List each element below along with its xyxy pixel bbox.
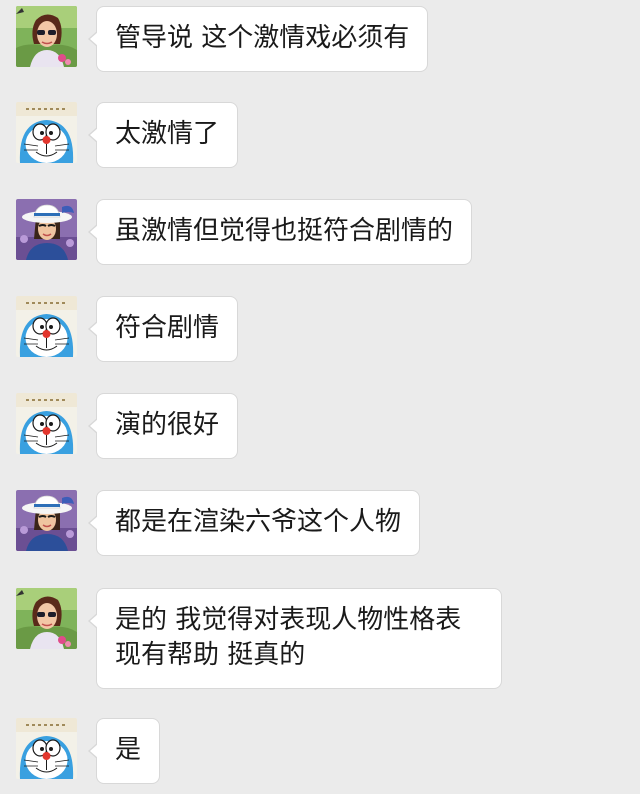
woman-sunglasses-avatar[interactable]	[16, 588, 77, 649]
woman-sunglasses-avatar-icon	[16, 588, 77, 649]
message-bubble[interactable]: 管导说 这个激情戏必须有	[87, 6, 429, 72]
woman-hat-avatar[interactable]	[16, 490, 77, 551]
doraemon-avatar-icon	[16, 296, 77, 357]
message-bubble[interactable]: 符合剧情	[87, 296, 239, 362]
message-bubble[interactable]: 都是在渲染六爷这个人物	[87, 490, 421, 556]
doraemon-avatar[interactable]	[16, 296, 77, 357]
doraemon-avatar-icon	[16, 393, 77, 454]
woman-hat-avatar-icon	[16, 199, 77, 260]
doraemon-avatar-icon	[16, 718, 77, 779]
woman-hat-avatar[interactable]	[16, 199, 77, 260]
doraemon-avatar[interactable]	[16, 393, 77, 454]
doraemon-avatar[interactable]	[16, 718, 77, 779]
message-bubble[interactable]: 是	[87, 718, 161, 784]
message-bubble[interactable]: 太激情了	[87, 102, 239, 168]
woman-sunglasses-avatar-icon	[16, 6, 77, 67]
woman-hat-avatar-icon	[16, 490, 77, 551]
message-bubble[interactable]: 虽激情但觉得也挺符合剧情的	[87, 199, 473, 265]
doraemon-avatar[interactable]	[16, 102, 77, 163]
woman-sunglasses-avatar[interactable]	[16, 6, 77, 67]
chat-thread[interactable]: 管导说 这个激情戏必须有 太激情了 虽激情但觉得也挺符合剧情的 符合剧情 演的很…	[0, 0, 640, 794]
doraemon-avatar-icon	[16, 102, 77, 163]
message-bubble[interactable]: 演的很好	[87, 393, 239, 459]
message-bubble[interactable]: 是的 我觉得对表现人物性格表现有帮助 挺真的	[88, 588, 502, 689]
